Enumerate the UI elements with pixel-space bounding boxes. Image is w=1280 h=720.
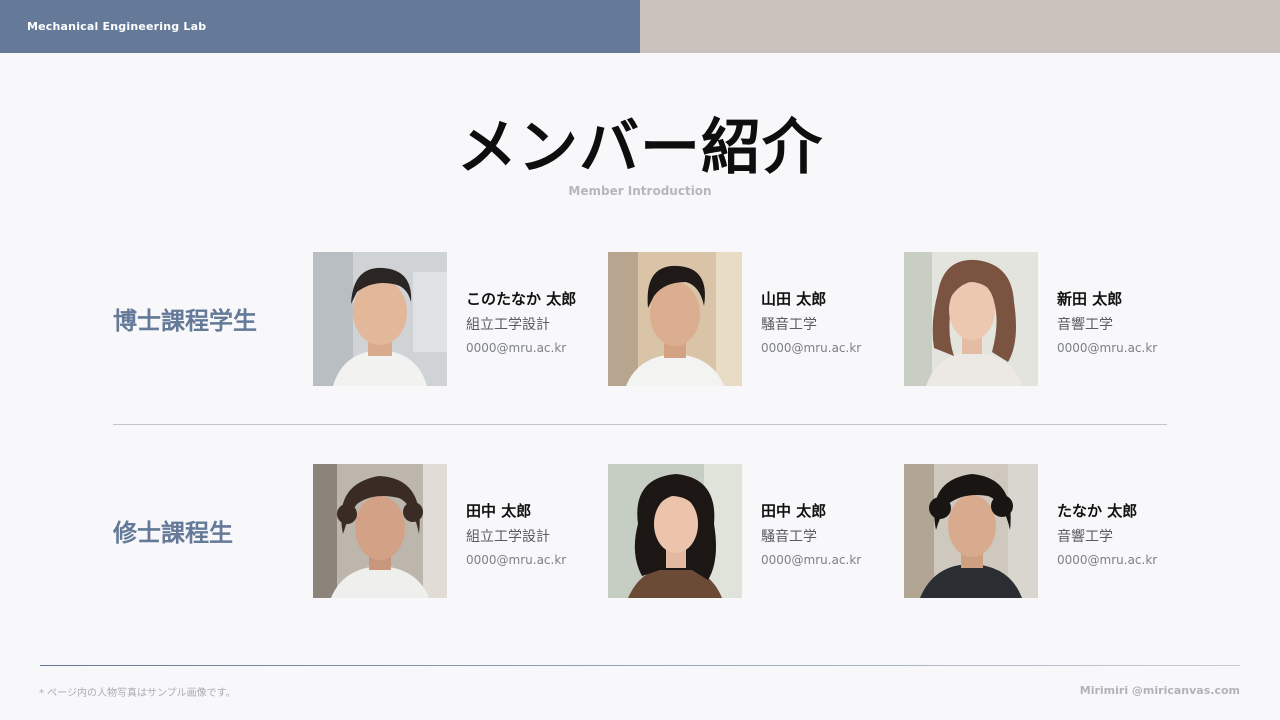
member-department: 騒音工学 (761, 529, 817, 545)
member-photo (313, 464, 447, 598)
member-department: 音響工学 (1057, 317, 1113, 333)
member-card: たなか 太郎 音響工学 0000@mru.ac.kr (904, 464, 1184, 598)
member-department: 騒音工学 (761, 317, 817, 333)
member-email[interactable]: 0000@mru.ac.kr (761, 341, 861, 355)
section-divider (113, 424, 1167, 425)
member-name: 新田 太郎 (1057, 290, 1123, 308)
group-label-masters: 修士課程生 (113, 519, 233, 547)
member-card: このたなか 太郎 組立工学設計 0000@mru.ac.kr (313, 252, 593, 386)
group-label-doctoral: 博士課程学生 (113, 307, 257, 335)
member-name: このたなか 太郎 (466, 290, 577, 308)
member-name: 山田 太郎 (761, 290, 827, 308)
member-email[interactable]: 0000@mru.ac.kr (761, 553, 861, 567)
member-department: 組立工学設計 (466, 317, 550, 333)
member-email[interactable]: 0000@mru.ac.kr (1057, 341, 1157, 355)
header-bar: Mechanical Engineering Lab (0, 0, 1280, 53)
member-name: たなか 太郎 (1057, 502, 1138, 520)
member-card: 山田 太郎 騒音工学 0000@mru.ac.kr (608, 252, 888, 386)
member-card: 田中 太郎 騒音工学 0000@mru.ac.kr (608, 464, 888, 598)
member-name: 田中 太郎 (466, 502, 532, 520)
footer-note: * ページ内の人物写真はサンプル画像です。 (39, 688, 236, 699)
member-department: 音響工学 (1057, 529, 1113, 545)
member-name: 田中 太郎 (761, 502, 827, 520)
member-email[interactable]: 0000@mru.ac.kr (1057, 553, 1157, 567)
member-card: 田中 太郎 組立工学設計 0000@mru.ac.kr (313, 464, 593, 598)
header-neutral-block (640, 0, 1280, 53)
member-photo (904, 252, 1038, 386)
member-department: 組立工学設計 (466, 529, 550, 545)
footer-credit[interactable]: Mirimiri @miricanvas.com (1080, 684, 1240, 697)
footer-divider (40, 665, 1240, 666)
member-email[interactable]: 0000@mru.ac.kr (466, 553, 566, 567)
lab-name: Mechanical Engineering Lab (27, 20, 207, 33)
member-card: 新田 太郎 音響工学 0000@mru.ac.kr (904, 252, 1184, 386)
member-photo (313, 252, 447, 386)
member-photo (608, 252, 742, 386)
member-photo (904, 464, 1038, 598)
page-title: メンバー紹介 (457, 113, 823, 183)
member-email[interactable]: 0000@mru.ac.kr (466, 341, 566, 355)
page-subtitle: Member Introduction (568, 184, 712, 198)
header-accent-block: Mechanical Engineering Lab (0, 0, 640, 53)
member-photo (608, 464, 742, 598)
